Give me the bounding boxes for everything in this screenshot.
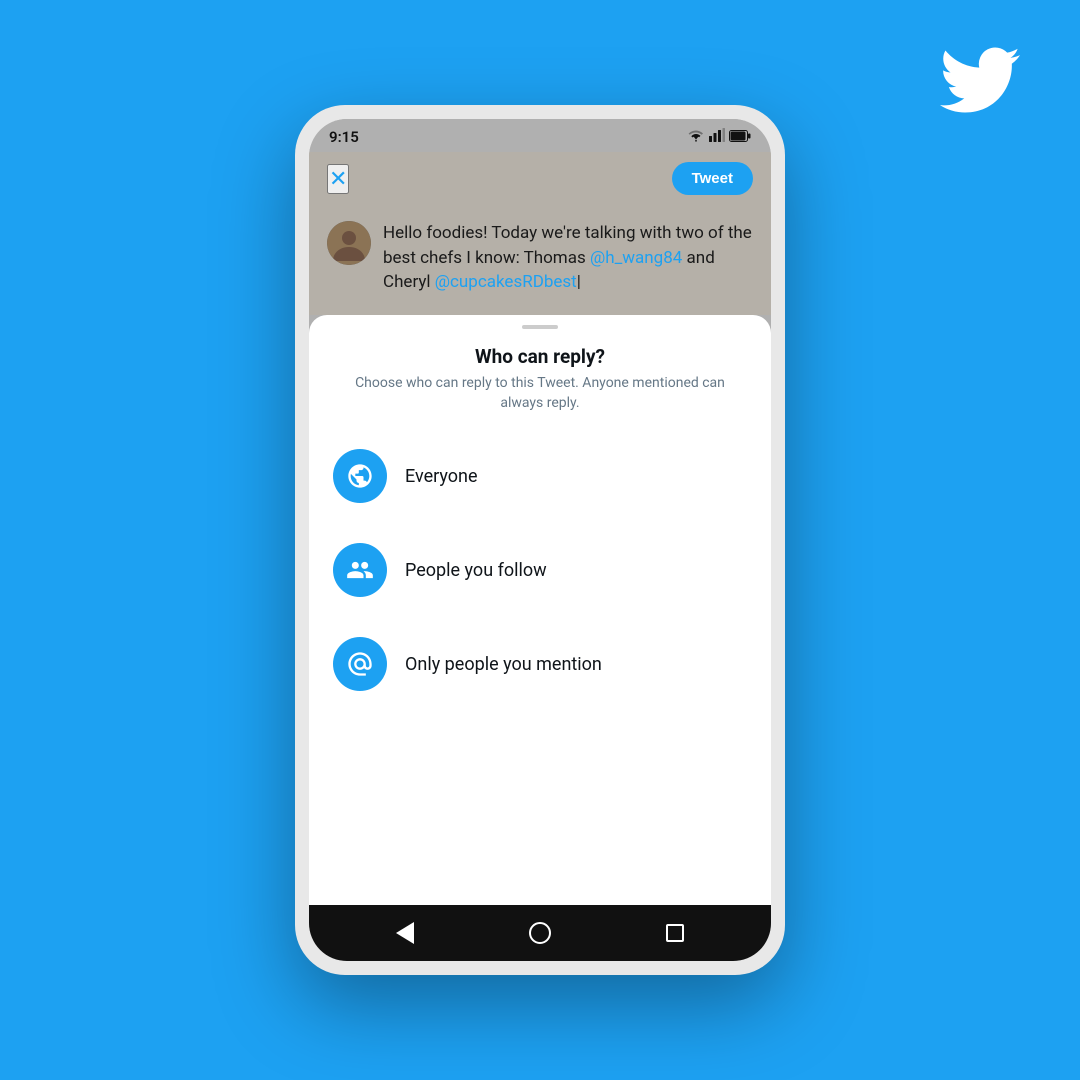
option-only-mention[interactable]: Only people you mention bbox=[333, 617, 747, 711]
signal-icon bbox=[709, 127, 725, 146]
avatar bbox=[327, 221, 371, 265]
navigation-bar bbox=[309, 905, 771, 961]
status-icons bbox=[687, 127, 751, 146]
mention-2: @cupcakesRDbest bbox=[435, 272, 577, 292]
sheet-title: Who can reply? bbox=[309, 345, 771, 368]
sheet-subtitle: Choose who can reply to this Tweet. Anyo… bbox=[309, 374, 771, 413]
status-bar: 9:15 bbox=[309, 119, 771, 152]
phone-frame: 9:15 bbox=[295, 105, 785, 975]
option-people-follow[interactable]: People you follow bbox=[333, 523, 747, 617]
recents-button[interactable] bbox=[666, 924, 684, 942]
reply-options-list: Everyone People you follow bbox=[309, 413, 771, 905]
status-time: 9:15 bbox=[329, 128, 359, 146]
top-action-bar: ✕ Tweet bbox=[309, 152, 771, 205]
sheet-handle bbox=[522, 325, 558, 329]
everyone-label: Everyone bbox=[405, 466, 478, 487]
only-mention-label: Only people you mention bbox=[405, 654, 602, 675]
home-icon bbox=[529, 922, 551, 944]
tweet-button[interactable]: Tweet bbox=[672, 162, 753, 195]
people-follow-label: People you follow bbox=[405, 560, 547, 581]
recents-icon bbox=[666, 924, 684, 942]
back-icon bbox=[396, 922, 414, 944]
wifi-icon bbox=[687, 127, 705, 146]
mention-1: @h_wang84 bbox=[590, 248, 682, 268]
twitter-logo bbox=[940, 40, 1020, 138]
home-button[interactable] bbox=[529, 922, 551, 944]
bottom-sheet: Who can reply? Choose who can reply to t… bbox=[309, 315, 771, 905]
phone-screen: 9:15 bbox=[309, 119, 771, 961]
everyone-icon bbox=[333, 449, 387, 503]
close-button[interactable]: ✕ bbox=[327, 164, 349, 194]
tweet-text-content: Hello foodies! Today we're talking with … bbox=[383, 221, 753, 295]
people-follow-icon bbox=[333, 543, 387, 597]
tweet-cursor: | bbox=[577, 272, 581, 292]
back-button[interactable] bbox=[396, 922, 414, 944]
battery-icon bbox=[729, 127, 751, 146]
tweet-compose-area: Hello foodies! Today we're talking with … bbox=[309, 205, 771, 315]
mention-icon bbox=[333, 637, 387, 691]
option-everyone[interactable]: Everyone bbox=[333, 429, 747, 523]
